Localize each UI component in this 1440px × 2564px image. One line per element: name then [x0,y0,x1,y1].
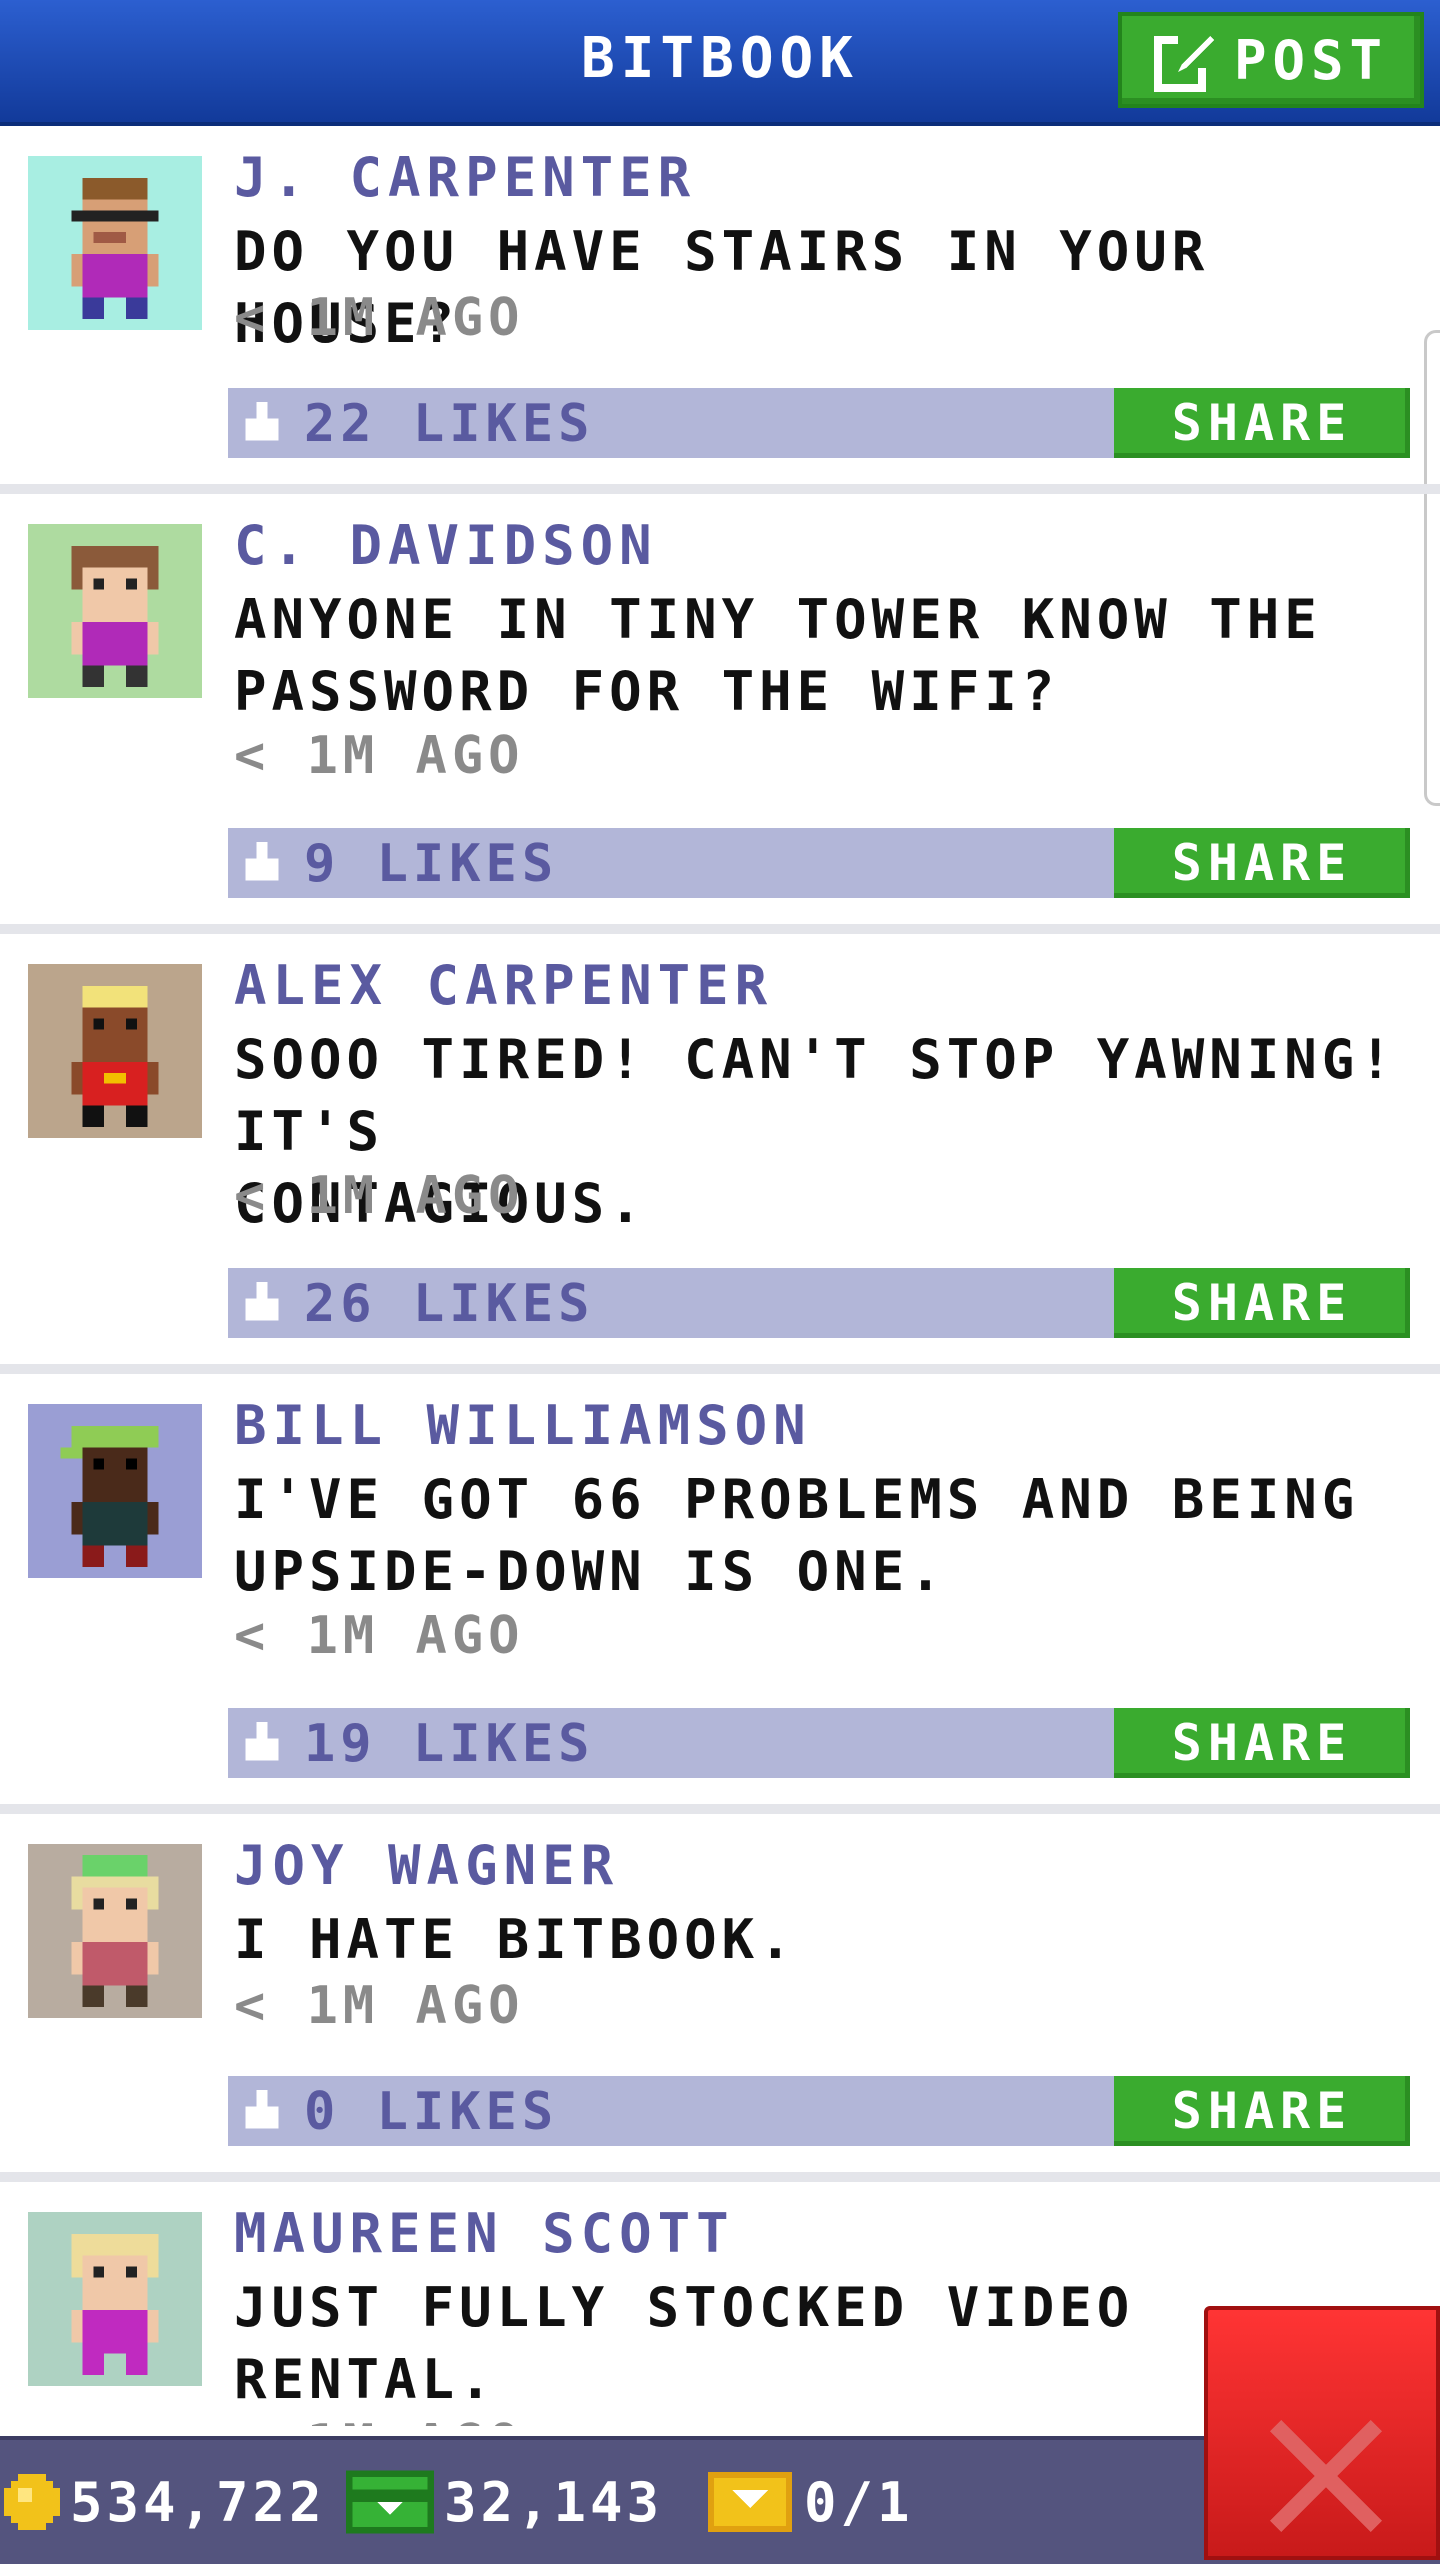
post-author[interactable]: J. CARPENTER [234,146,696,209]
avatar[interactable] [28,524,202,698]
coins-value: 534,722 [70,2470,326,2534]
post-time: < 1M AGO [234,1606,525,1666]
close-icon [1270,2420,1382,2532]
share-button[interactable]: SHARE [1114,1268,1410,1338]
likes-bar: 0 LIKES SHARE [228,2076,1410,2146]
likes-bar: 19 LIKES SHARE [228,1708,1410,1778]
likes-bar: 9 LIKES SHARE [228,828,1410,898]
likes-bar: 22 LIKES SHARE [228,388,1410,458]
likes-count: 26 LIKES [304,1274,595,1334]
avatar[interactable] [28,964,202,1138]
share-button[interactable]: SHARE [1114,828,1410,898]
ticket-icon [708,2472,792,2532]
post-time: < 1M AGO [234,1166,525,1226]
post-message: I'VE GOT 66 PROBLEMS AND BEING UPSIDE-DO… [234,1468,1360,1603]
share-button[interactable]: SHARE [1114,2076,1410,2146]
bux-value: 32,143 [444,2470,664,2534]
avatar[interactable] [28,2212,202,2386]
avatar[interactable] [28,1404,202,1578]
thumb-up-icon [245,402,279,441]
post-divider [0,1804,1440,1814]
likes-count: 22 LIKES [304,394,595,454]
avatar[interactable] [28,156,202,330]
likes-bar: 26 LIKES SHARE [228,1268,1410,1338]
thumb-up-icon [245,2090,279,2129]
tickets-value: 0/1 [804,2470,914,2534]
thumb-up-icon [245,1722,279,1761]
compose-icon [1153,32,1214,92]
post-author[interactable]: BILL WILLIAMSON [234,1394,812,1457]
thumb-up-icon [245,1282,279,1321]
likes-count: 9 LIKES [304,834,559,894]
post-message: ANYONE IN TINY TOWER KNOW THE PASSWORD F… [234,588,1322,723]
post-author[interactable]: C. DAVIDSON [234,514,658,577]
share-button[interactable]: SHARE [1114,388,1410,458]
post-divider [0,924,1440,934]
post-author[interactable]: ALEX CARPENTER [234,954,773,1017]
post-divider [0,484,1440,494]
post-message: I HATE BITBOOK. [234,1908,797,1971]
post-author[interactable]: MAUREEN SCOTT [234,2202,735,2265]
coin-icon [4,2474,60,2530]
top-bar: BITBOOK POST [0,0,1440,126]
post-time: < 1M AGO [234,1976,525,2036]
post-button[interactable]: POST [1118,12,1424,108]
avatar[interactable] [28,1844,202,2018]
post-author[interactable]: JOY WAGNER [234,1834,619,1897]
post-time: < 1M AGO [234,288,525,348]
share-button[interactable]: SHARE [1114,1708,1410,1778]
bux-stat: 32,143 [346,2464,663,2540]
bitbook-feed[interactable]: J. CARPENTER DO YOU HAVE STAIRS IN YOUR … [0,126,1440,2426]
post-divider [0,2172,1440,2182]
post-time: < 1M AGO [234,726,525,786]
likes-count: 0 LIKES [304,2082,559,2142]
thumb-up-icon [245,842,279,881]
post-button-label: POST [1233,28,1389,92]
coins-stat: 534,722 [4,2464,326,2540]
post-divider [0,1364,1440,1374]
tickets-stat: 0/1 [706,2464,914,2540]
post-time: < 1M AGO [234,2414,524,2426]
bux-icon [346,2470,434,2534]
close-button[interactable] [1204,2306,1440,2560]
likes-count: 19 LIKES [304,1714,595,1774]
